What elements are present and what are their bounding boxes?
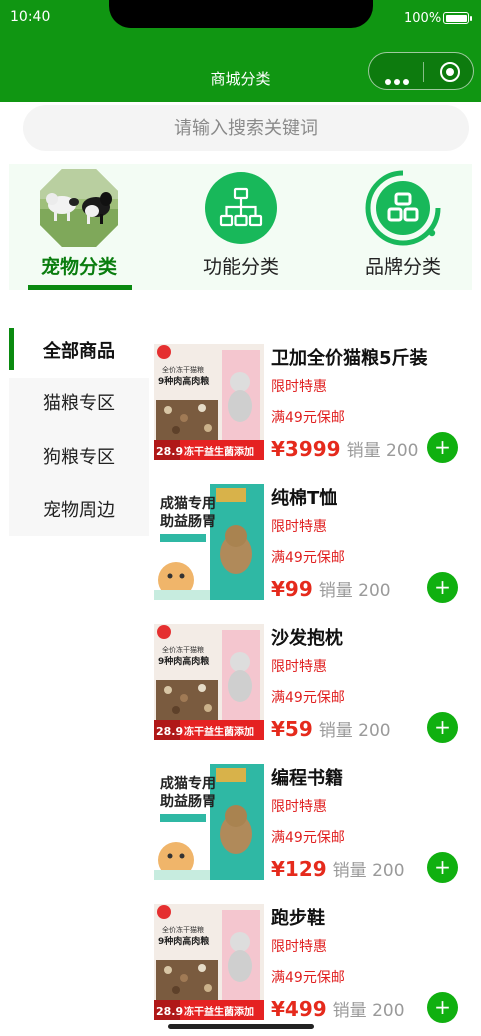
category-tabs: 宠物分类 功能分类 品牌分类 [9, 164, 472, 290]
tab-label: 品牌分类 [364, 256, 441, 278]
product-name: 沙发抱枕 [271, 628, 343, 649]
svg-text:冻干益生菌添加: 冻干益生菌添加 [184, 1005, 254, 1018]
tab-pet-category[interactable]: 宠物分类 [9, 164, 149, 290]
active-tab-indicator [28, 285, 132, 290]
svg-text:28.9: 28.9 [156, 445, 183, 458]
sidebar-item-all[interactable]: 全部商品 [9, 326, 149, 378]
sidebar-item-label: 宠物周边 [43, 500, 115, 521]
svg-text:成猫专用: 成猫专用 [160, 775, 216, 792]
promo-tag: 限时特惠 [271, 799, 327, 815]
search-input[interactable] [23, 105, 469, 151]
sidebar-item-cat-food[interactable]: 猫粮专区 [9, 378, 149, 430]
promo-tag: 限时特惠 [271, 659, 327, 675]
cat-food-bag-image: 全价冻干猫粮 9种肉高肉粮 28.9 冻干益生菌添加 [154, 904, 264, 1020]
sidebar-item-label: 狗粮专区 [43, 447, 115, 468]
product-price: ¥99 [271, 577, 313, 601]
shipping-tag: 满49元保邮 [271, 410, 345, 426]
add-to-cart-button[interactable]: + [427, 572, 458, 603]
cat-food-bag-image: 全价冻干猫粮 9种肉高肉粮 28.9 冻干益生菌添加 [154, 624, 264, 740]
product-price: ¥129 [271, 857, 327, 881]
price-row: ¥99 销量 200 [271, 576, 391, 601]
sidebar-item-label: 全部商品 [43, 341, 115, 362]
svg-text:28.9: 28.9 [156, 725, 183, 738]
tab-label: 功能分类 [202, 256, 279, 278]
product-name: 跑步鞋 [271, 908, 325, 929]
add-to-cart-button[interactable]: + [427, 852, 458, 883]
price-row: ¥59 销量 200 [271, 716, 391, 741]
svg-text:冻干益生菌添加: 冻干益生菌添加 [184, 725, 254, 738]
product-sales: 销量 200 [318, 721, 391, 741]
price-row: ¥129 销量 200 [271, 856, 405, 881]
product-card[interactable]: 全价冻干猫粮 9种肉高肉粮 28.9 冻干益生菌添加 沙发抱枕 限时特惠 满49… [154, 620, 464, 743]
product-sales: 销量 200 [318, 581, 391, 601]
close-target-icon[interactable] [440, 62, 460, 82]
shipping-tag: 满49元保邮 [271, 830, 345, 846]
svg-text:助益肠胃: 助益肠胃 [160, 793, 216, 810]
svg-text:冻干益生菌添加: 冻干益生菌添加 [184, 445, 254, 458]
blocks-icon [364, 169, 442, 247]
product-price: ¥59 [271, 717, 313, 741]
tab-brand-category[interactable]: 品牌分类 [333, 164, 473, 290]
category-sidebar: 全部商品 猫粮专区 狗粮专区 宠物周边 [9, 326, 149, 536]
product-sales: 销量 200 [332, 1001, 405, 1021]
product-name: 卫加全价猫粮5斤装 [271, 348, 428, 369]
sidebar-item-dog-food[interactable]: 狗粮专区 [9, 432, 149, 484]
svg-text:全价冻干猫粮: 全价冻干猫粮 [162, 645, 204, 654]
home-indicator [168, 1024, 314, 1029]
price-row: ¥3999 销量 200 [271, 436, 418, 461]
add-to-cart-button[interactable]: + [427, 712, 458, 743]
price-row: ¥499 销量 200 [271, 996, 405, 1021]
promo-tag: 限时特惠 [271, 379, 327, 395]
product-price: ¥3999 [271, 437, 341, 461]
promo-tag: 限时特惠 [271, 939, 327, 955]
pet-photo-icon [40, 169, 118, 247]
product-name: 编程书籍 [271, 768, 343, 789]
sidebar-active-indicator [9, 328, 14, 370]
sidebar-item-pet-accessories[interactable]: 宠物周边 [9, 485, 149, 537]
svg-text:9种肉高肉粮: 9种肉高肉粮 [158, 655, 209, 667]
device-notch [109, 0, 373, 28]
tab-label: 宠物分类 [40, 256, 117, 278]
shipping-tag: 满49元保邮 [271, 550, 345, 566]
capsule-divider [423, 62, 424, 82]
battery-icon [443, 12, 472, 24]
product-sales: 销量 200 [346, 441, 419, 461]
add-to-cart-button[interactable]: + [427, 432, 458, 463]
probiotic-bag-image: 成猫专用 助益肠胃 [154, 764, 264, 880]
sitemap-icon [202, 169, 280, 247]
add-to-cart-button[interactable]: + [427, 992, 458, 1023]
svg-text:9种肉高肉粮: 9种肉高肉粮 [158, 375, 209, 387]
product-card[interactable]: 全价冻干猫粮 9种肉高肉粮 28.9 冻干益生菌添加 跑步鞋 限时特惠 满49元… [154, 900, 464, 1023]
svg-text:全价冻干猫粮: 全价冻干猫粮 [162, 925, 204, 934]
product-sales: 销量 200 [332, 861, 405, 881]
status-time: 10:40 [10, 9, 51, 25]
svg-text:成猫专用: 成猫专用 [160, 495, 216, 512]
product-name: 纯棉T恤 [271, 488, 338, 509]
tab-function-category[interactable]: 功能分类 [171, 164, 311, 290]
battery-percent: 100% [404, 11, 442, 26]
shipping-tag: 满49元保邮 [271, 970, 345, 986]
svg-text:28.9: 28.9 [156, 1005, 183, 1018]
shipping-tag: 满49元保邮 [271, 690, 345, 706]
promo-tag: 限时特惠 [271, 519, 327, 535]
more-icon[interactable] [385, 70, 412, 89]
svg-text:全价冻干猫粮: 全价冻干猫粮 [162, 365, 204, 374]
search-bar [0, 102, 481, 158]
product-card[interactable]: 成猫专用 助益肠胃 编程书籍 限时特惠 满49元保邮 ¥129 销量 200 + [154, 760, 464, 883]
sidebar-item-label: 猫粮专区 [43, 393, 115, 414]
product-card[interactable]: 成猫专用 助益肠胃 纯棉T恤 限时特惠 满49元保邮 ¥99 销量 200 + [154, 480, 464, 603]
svg-text:9种肉高肉粮: 9种肉高肉粮 [158, 935, 209, 947]
miniprogram-capsule [368, 52, 474, 90]
nav-bar: 商城分类 [0, 38, 481, 102]
product-card[interactable]: 全价冻干猫粮 9种肉高肉粮 28.9 冻干益生菌添加 卫加全价猫粮5斤装 限时特… [154, 340, 464, 463]
cat-food-bag-image: 全价冻干猫粮 9种肉高肉粮 28.9 冻干益生菌添加 [154, 344, 264, 460]
probiotic-bag-image: 成猫专用 助益肠胃 [154, 484, 264, 600]
product-price: ¥499 [271, 997, 327, 1021]
svg-text:助益肠胃: 助益肠胃 [160, 513, 216, 530]
status-bar: 10:40 100% [0, 0, 481, 38]
